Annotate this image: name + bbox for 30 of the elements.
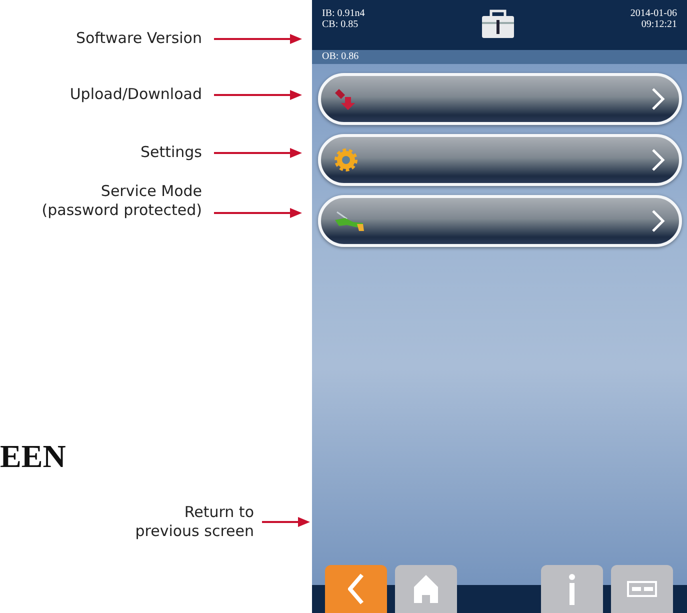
gear-icon [333, 147, 359, 173]
info-icon [568, 573, 576, 605]
version-text: CB: 0.85 [322, 19, 360, 30]
home-button[interactable] [395, 565, 457, 613]
date-text: 2014-01-06 [630, 8, 677, 19]
card-button[interactable] [611, 565, 673, 613]
info-button[interactable] [541, 565, 603, 613]
callout-label: Upload/Download [70, 85, 202, 104]
callout-label: Software Version [76, 29, 202, 48]
back-button[interactable] [325, 565, 387, 613]
time-text: 09:12:21 [640, 19, 677, 30]
toolbox-icon [480, 8, 516, 40]
menu-button[interactable] [318, 73, 682, 125]
chevron-right-icon [651, 87, 665, 111]
menu-button[interactable] [318, 195, 682, 247]
card-icon [627, 581, 657, 597]
version-text: IB: 0.91n4 [322, 8, 365, 19]
section-heading: EEN [0, 438, 67, 475]
callout-label: Settings [140, 143, 202, 162]
chevron-left-icon [348, 573, 364, 605]
menu-button[interactable] [318, 134, 682, 186]
chevron-right-icon [651, 209, 665, 233]
pointer-arrow [262, 517, 310, 527]
callout-label: Return to previous screen [135, 503, 254, 541]
home-icon [414, 575, 438, 603]
version-text: OB: 0.86 [322, 51, 359, 62]
wrench-icon [333, 210, 365, 232]
chevron-right-icon [651, 148, 665, 172]
callout-label: Service Mode (password protected) [42, 182, 202, 220]
arrows-icon [333, 87, 357, 111]
